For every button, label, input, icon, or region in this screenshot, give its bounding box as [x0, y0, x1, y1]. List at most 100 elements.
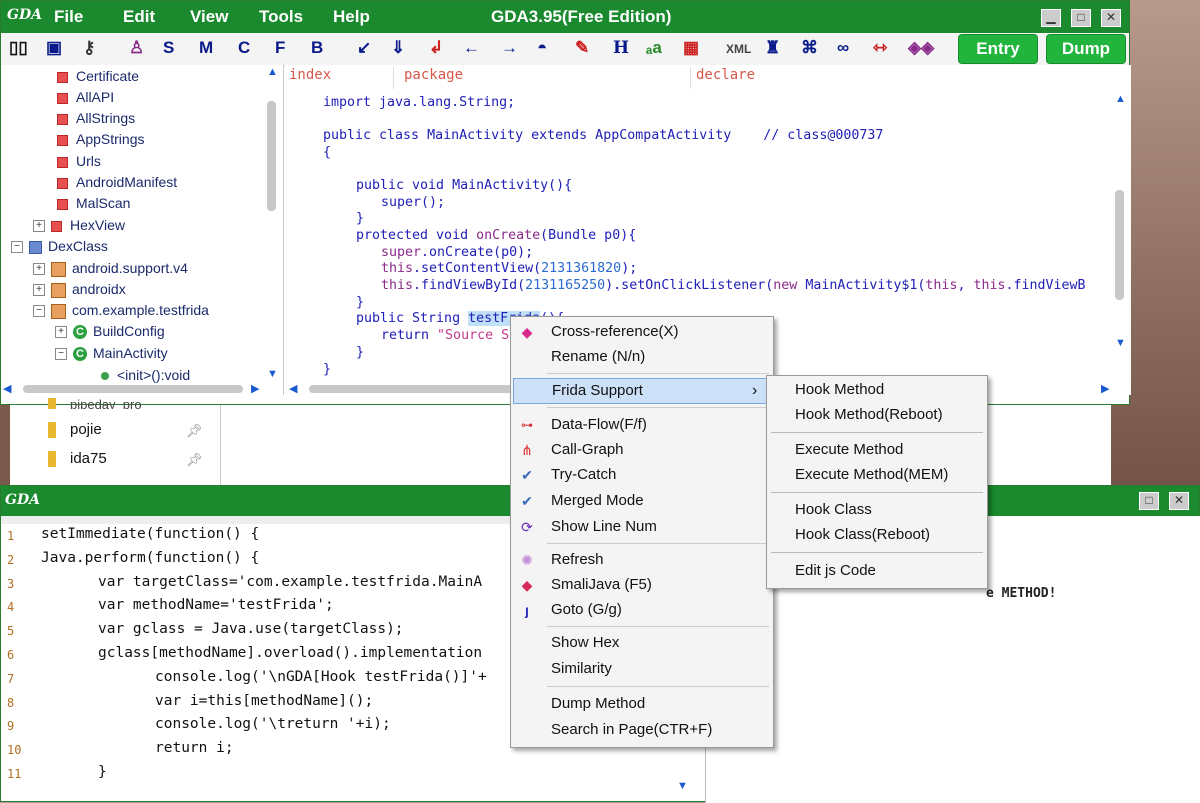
menu-item-frida-support[interactable]: Frida Support ›: [513, 378, 770, 404]
expand-icon[interactable]: +: [33, 284, 45, 297]
download-icon[interactable]: ⇓: [391, 38, 405, 58]
submenu-item-hook-class[interactable]: Hook Class: [795, 501, 872, 518]
tree-item-allapi[interactable]: AllAPI: [57, 87, 114, 107]
explorer-item-partial[interactable]: pipeday_pro: [48, 397, 198, 409]
classes-button[interactable]: C: [238, 38, 250, 58]
tree-item-hexview[interactable]: + HexView: [33, 215, 125, 235]
link-icon[interactable]: ∞: [837, 38, 849, 58]
tree-item-appstrings[interactable]: AppStrings: [57, 129, 144, 149]
menu-item-show-hex[interactable]: Show Hex: [511, 631, 773, 655]
jump-icon[interactable]: ↲: [429, 38, 443, 58]
command-icon[interactable]: ⌘: [801, 38, 818, 58]
menu-item-merged-mode[interactable]: ✔ Merged Mode: [511, 489, 773, 513]
submenu-item-edit-js-code[interactable]: Edit js Code: [795, 562, 876, 579]
strings-button[interactable]: S: [163, 38, 174, 58]
tree-item-allstrings[interactable]: AllStrings: [57, 108, 135, 128]
key-icon[interactable]: ⚷: [83, 38, 95, 58]
menu-view[interactable]: View: [190, 7, 228, 27]
code-vscrollbar[interactable]: [1115, 190, 1124, 300]
scroll-up-icon[interactable]: ▲: [267, 66, 278, 78]
package-column-header[interactable]: package: [404, 67, 691, 89]
close-button[interactable]: ✕: [1169, 492, 1189, 510]
scroll-left-icon[interactable]: ◀: [289, 382, 297, 395]
save-icon[interactable]: ▣: [46, 38, 62, 58]
menu-help[interactable]: Help: [333, 7, 370, 27]
android-icon[interactable]: ◓: [537, 38, 547, 58]
menu-item-smalijava[interactable]: ◆ SmaliJava (F5): [511, 573, 773, 597]
swap-icon[interactable]: ⇿: [873, 38, 887, 58]
maximize-button[interactable]: □: [1139, 492, 1159, 510]
menu-item-cross-reference[interactable]: ◆ Cross-reference(X): [511, 320, 773, 344]
tree-item-init[interactable]: <init>():void: [101, 365, 190, 385]
expand-icon[interactable]: +: [55, 326, 67, 339]
robot-icon[interactable]: ♜: [765, 38, 780, 58]
minimize-button[interactable]: ▁: [1041, 9, 1061, 27]
dump-button[interactable]: Dump: [1046, 34, 1126, 64]
submenu-item-hook-class-reboot[interactable]: Hook Class(Reboot): [795, 526, 930, 543]
close-button[interactable]: ✕: [1101, 9, 1121, 27]
selected-method-name[interactable]: testFr: [468, 311, 517, 326]
tree-item-mainactivity[interactable]: − C MainActivity: [55, 343, 168, 363]
menu-item-rename[interactable]: Rename (N/n): [511, 345, 773, 369]
tree-vscrollbar[interactable]: [267, 101, 276, 211]
grid-icon[interactable]: ▦: [683, 38, 699, 58]
tree-item-dexclass[interactable]: − DexClass: [11, 236, 108, 256]
left-arrow-icon[interactable]: ←: [463, 38, 480, 58]
submenu-item-execute-method[interactable]: Execute Method: [795, 441, 903, 458]
scroll-up-icon[interactable]: ▲: [1115, 93, 1126, 105]
maximize-button[interactable]: □: [1071, 9, 1091, 27]
menu-edit[interactable]: Edit: [123, 7, 155, 27]
menu-tools[interactable]: Tools: [259, 7, 303, 27]
explorer-item-ida75[interactable]: ida75: [48, 450, 107, 468]
back-arrow-icon[interactable]: ↙: [357, 38, 371, 58]
submenu-item-hook-method[interactable]: Hook Method: [795, 381, 884, 398]
tree-item-androidx[interactable]: + androidx: [33, 279, 126, 299]
xml-icon[interactable]: XML: [726, 42, 751, 56]
collapse-icon[interactable]: −: [33, 305, 45, 318]
chain-icon[interactable]: ◈◈: [908, 38, 934, 58]
fields-button[interactable]: F: [275, 38, 285, 58]
right-arrow-icon[interactable]: →: [501, 38, 518, 58]
expand-icon[interactable]: +: [33, 220, 45, 233]
tree-item-certificate[interactable]: Certificate: [57, 66, 139, 86]
scroll-down-icon[interactable]: ▼: [677, 780, 688, 792]
scroll-right-icon[interactable]: ▶: [1101, 382, 1109, 395]
methods-button[interactable]: M: [199, 38, 213, 58]
menu-item-refresh[interactable]: ✺ Refresh: [511, 548, 773, 572]
book-icon[interactable]: ▯▯: [9, 38, 28, 58]
tree-item-android-support[interactable]: + android.support.v4: [33, 258, 188, 278]
scroll-down-icon[interactable]: ▼: [1115, 337, 1126, 349]
menu-item-goto[interactable]: ȷ Goto (G/g): [511, 598, 773, 622]
entry-button[interactable]: Entry: [958, 34, 1038, 64]
index-column-header[interactable]: index: [289, 67, 394, 89]
submenu-item-execute-method-mem[interactable]: Execute Method(MEM): [795, 466, 948, 483]
declare-column-header[interactable]: declare: [696, 67, 1116, 89]
header-button[interactable]: H: [613, 38, 629, 58]
explorer-item-pojie[interactable]: pojie: [48, 421, 102, 439]
submenu-item-hook-method-reboot[interactable]: Hook Method(Reboot): [795, 406, 943, 423]
edit-icon[interactable]: ✎: [575, 38, 589, 58]
menu-item-dump-method[interactable]: Dump Method: [511, 692, 773, 716]
pin-icon[interactable]: 📌︎: [186, 423, 203, 439]
tree-item-malscan[interactable]: MalScan: [57, 193, 130, 213]
tree-item-testfrida[interactable]: − com.example.testfrida: [33, 300, 209, 320]
collapse-icon[interactable]: −: [55, 348, 67, 361]
menu-item-similarity[interactable]: Similarity: [511, 657, 773, 681]
menu-item-call-graph[interactable]: ⋔ Call-Graph: [511, 438, 773, 462]
menu-file[interactable]: File: [54, 7, 83, 27]
scroll-right-icon[interactable]: ▶: [251, 382, 259, 395]
collapse-icon[interactable]: −: [11, 241, 23, 254]
tree-item-urls[interactable]: Urls: [57, 151, 101, 171]
font-icon[interactable]: ₐa: [646, 38, 662, 58]
code-hscrollbar[interactable]: [309, 385, 519, 393]
scroll-down-icon[interactable]: ▼: [267, 368, 278, 380]
menu-item-search-in-page[interactable]: Search in Page(CTR+F): [511, 718, 773, 742]
person-icon[interactable]: ♙: [129, 38, 144, 58]
tree-item-buildconfig[interactable]: + C BuildConfig: [55, 321, 165, 341]
menu-item-data-flow[interactable]: ⊶ Data-Flow(F/f): [511, 413, 773, 437]
bookmarks-button[interactable]: B: [311, 38, 323, 58]
expand-icon[interactable]: +: [33, 263, 45, 276]
menu-item-try-catch[interactable]: ✔ Try-Catch: [511, 463, 773, 487]
pin-icon[interactable]: 📌︎: [186, 452, 203, 468]
scroll-left-icon[interactable]: ◀: [3, 382, 11, 395]
